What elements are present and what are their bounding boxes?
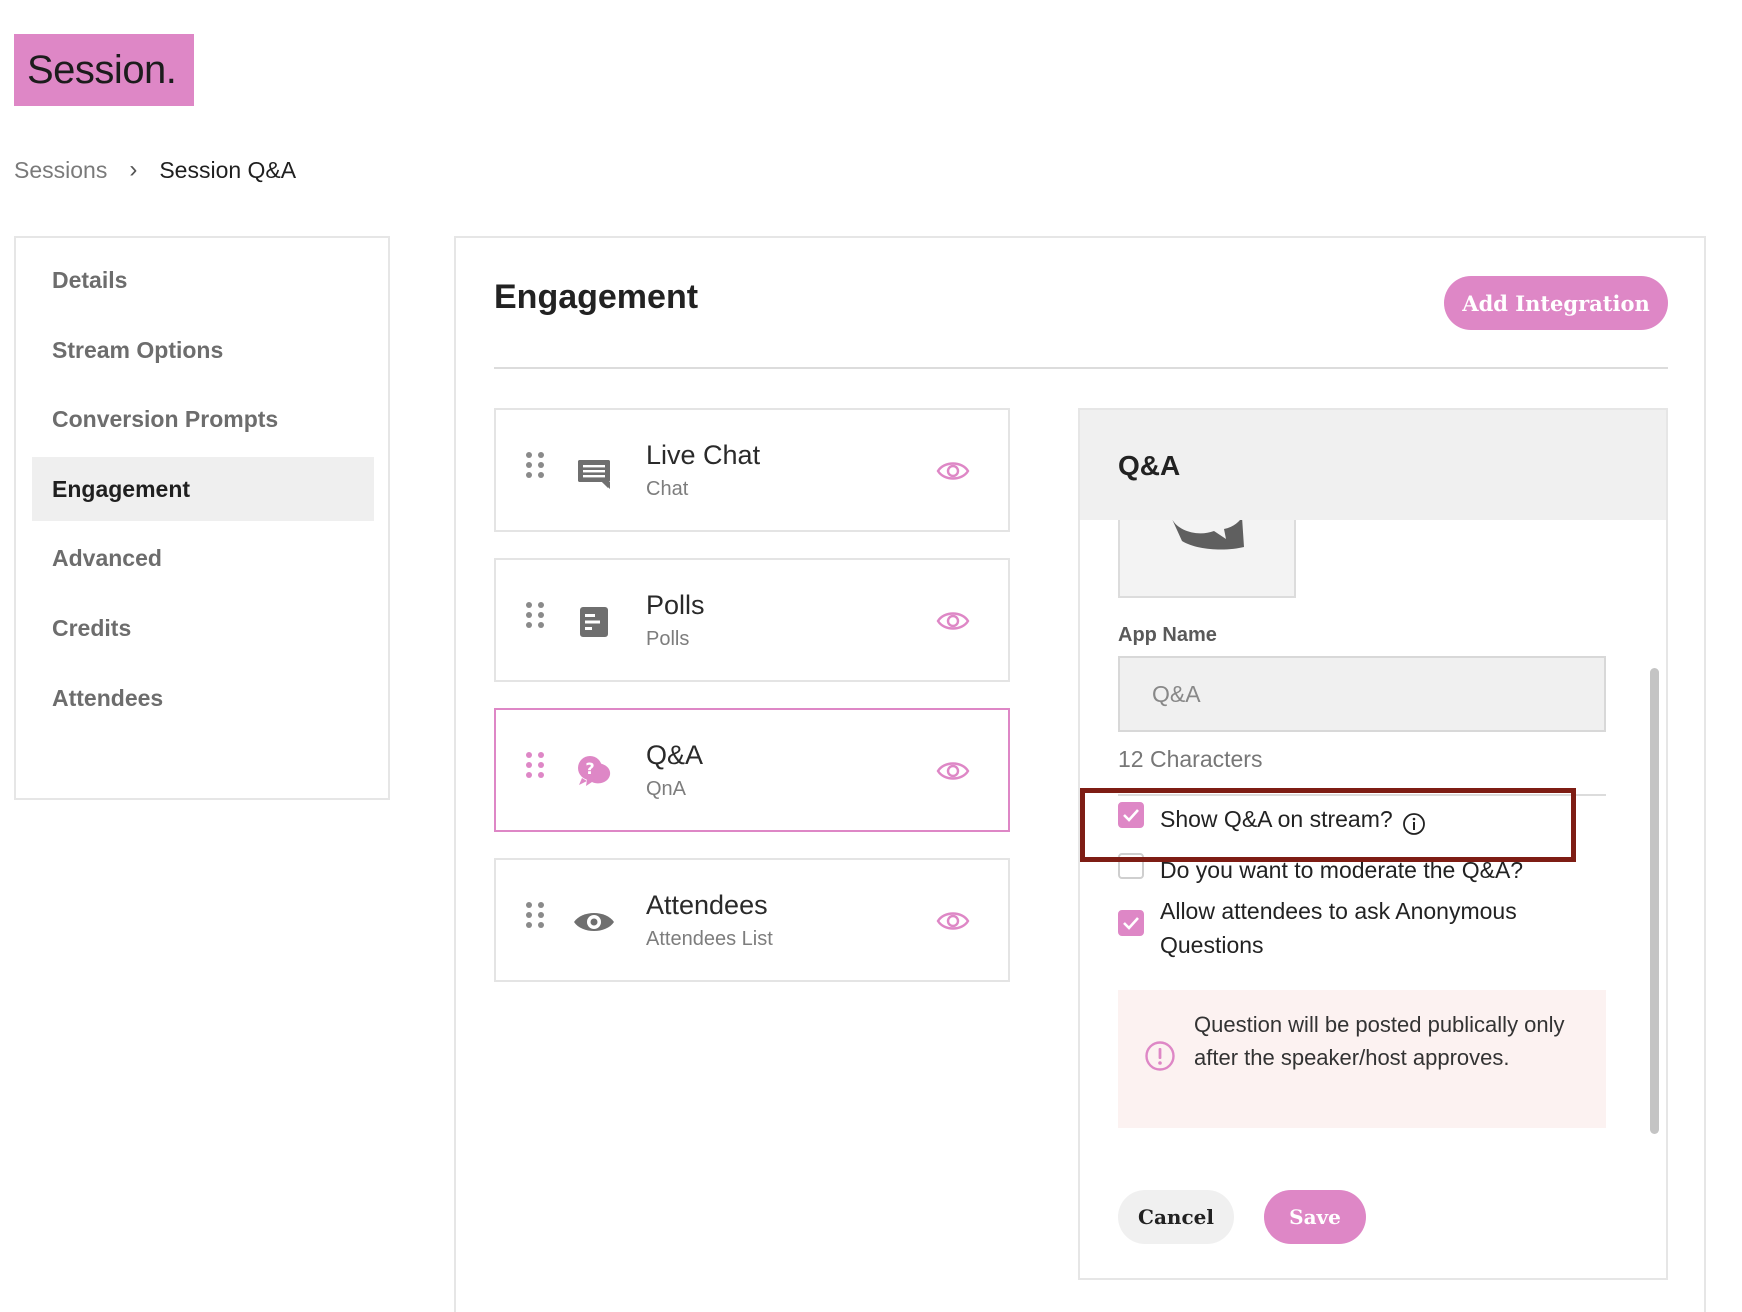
visibility-eye-icon[interactable] bbox=[936, 907, 970, 935]
divider bbox=[494, 367, 1668, 369]
info-icon[interactable] bbox=[1402, 812, 1426, 836]
engagement-section: Engagement Add Integration Live Chat Cha… bbox=[454, 236, 1706, 1312]
integration-card-qna[interactable]: ? Q&A QnA bbox=[494, 708, 1010, 832]
svg-text:?: ? bbox=[585, 759, 594, 778]
anonymous-questions-label: Allow attendees to ask Anonymous Questio… bbox=[1160, 898, 1517, 958]
integration-card-live-chat[interactable]: Live Chat Chat bbox=[494, 408, 1010, 532]
card-subtitle: Chat bbox=[646, 478, 689, 500]
moderate-qna-option[interactable]: Do you want to moderate the Q&A? bbox=[1118, 853, 1523, 887]
drag-handle-icon[interactable] bbox=[524, 902, 546, 938]
chevron-right-icon: › bbox=[129, 156, 138, 183]
panel-title: Q&A bbox=[1118, 450, 1181, 481]
card-subtitle: Attendees List bbox=[646, 928, 773, 950]
app-name-input[interactable] bbox=[1118, 656, 1606, 732]
drag-handle-icon[interactable] bbox=[524, 752, 546, 788]
checkmark-icon bbox=[1123, 809, 1139, 822]
breadcrumb-sessions-link[interactable]: Sessions bbox=[14, 157, 107, 184]
sidebar-item-engagement[interactable]: Engagement bbox=[32, 457, 374, 521]
panel-header: Q&A bbox=[1080, 410, 1666, 520]
sidebar-item-attendees[interactable]: Attendees bbox=[32, 666, 374, 730]
moderation-notice: Question will be posted publically only … bbox=[1118, 990, 1606, 1128]
cancel-button[interactable]: Cancel bbox=[1118, 1190, 1234, 1244]
moderate-qna-checkbox[interactable] bbox=[1118, 853, 1144, 879]
breadcrumb-current: Session Q&A bbox=[159, 156, 297, 183]
panel-scrollbar[interactable] bbox=[1650, 668, 1659, 1134]
anonymous-questions-option[interactable]: Allow attendees to ask Anonymous Questio… bbox=[1118, 894, 1538, 962]
card-title: Live Chat bbox=[646, 440, 761, 470]
save-button[interactable]: Save bbox=[1264, 1190, 1366, 1244]
sidebar-item-stream-options[interactable]: Stream Options bbox=[32, 318, 374, 382]
qna-image-icon bbox=[1172, 517, 1244, 550]
divider bbox=[1118, 794, 1606, 796]
visibility-eye-icon[interactable] bbox=[936, 457, 970, 485]
notice-text: Question will be posted publically only … bbox=[1194, 1012, 1565, 1070]
chat-icon bbox=[578, 460, 610, 489]
card-title: Q&A bbox=[646, 740, 704, 770]
page-title: Engagement bbox=[494, 278, 699, 316]
sidebar-item-conversion-prompts[interactable]: Conversion Prompts bbox=[32, 387, 374, 451]
qna-settings-panel: Q&A App Name 12 Characters Show Q&A on s… bbox=[1078, 408, 1668, 1280]
eye-icon bbox=[574, 913, 614, 931]
card-title: Polls bbox=[646, 590, 705, 620]
sidebar-item-details[interactable]: Details bbox=[32, 248, 374, 312]
sidebar: Details Stream Options Conversion Prompt… bbox=[14, 236, 390, 800]
logo-text: Session. bbox=[27, 47, 177, 92]
card-title: Attendees bbox=[646, 890, 768, 920]
show-on-stream-checkbox[interactable] bbox=[1118, 802, 1144, 828]
card-subtitle: Polls bbox=[646, 628, 690, 650]
drag-handle-icon[interactable] bbox=[524, 452, 546, 488]
sidebar-item-advanced[interactable]: Advanced bbox=[32, 526, 374, 590]
add-integration-button[interactable]: Add Integration bbox=[1444, 276, 1668, 330]
show-on-stream-label: Show Q&A on stream? bbox=[1160, 806, 1393, 832]
app-name-label: App Name bbox=[1118, 624, 1217, 646]
character-count: 12 Characters bbox=[1118, 746, 1263, 772]
visibility-eye-icon[interactable] bbox=[936, 607, 970, 635]
anonymous-questions-checkbox[interactable] bbox=[1118, 910, 1144, 936]
poll-icon bbox=[580, 607, 608, 637]
app-logo: Session. bbox=[14, 34, 194, 106]
breadcrumb: Sessions › Session Q&A bbox=[14, 152, 296, 188]
show-on-stream-option[interactable]: Show Q&A on stream? bbox=[1118, 802, 1393, 836]
card-subtitle: QnA bbox=[646, 778, 687, 800]
sidebar-item-credits[interactable]: Credits bbox=[32, 596, 374, 660]
warning-icon bbox=[1145, 1041, 1175, 1071]
integration-card-polls[interactable]: Polls Polls bbox=[494, 558, 1010, 682]
moderate-qna-label: Do you want to moderate the Q&A? bbox=[1160, 857, 1524, 883]
drag-handle-icon[interactable] bbox=[524, 602, 546, 638]
checkmark-icon bbox=[1123, 917, 1139, 930]
integration-card-attendees[interactable]: Attendees Attendees List bbox=[494, 858, 1010, 982]
visibility-eye-icon[interactable] bbox=[936, 757, 970, 785]
qna-icon: ? bbox=[578, 756, 611, 786]
